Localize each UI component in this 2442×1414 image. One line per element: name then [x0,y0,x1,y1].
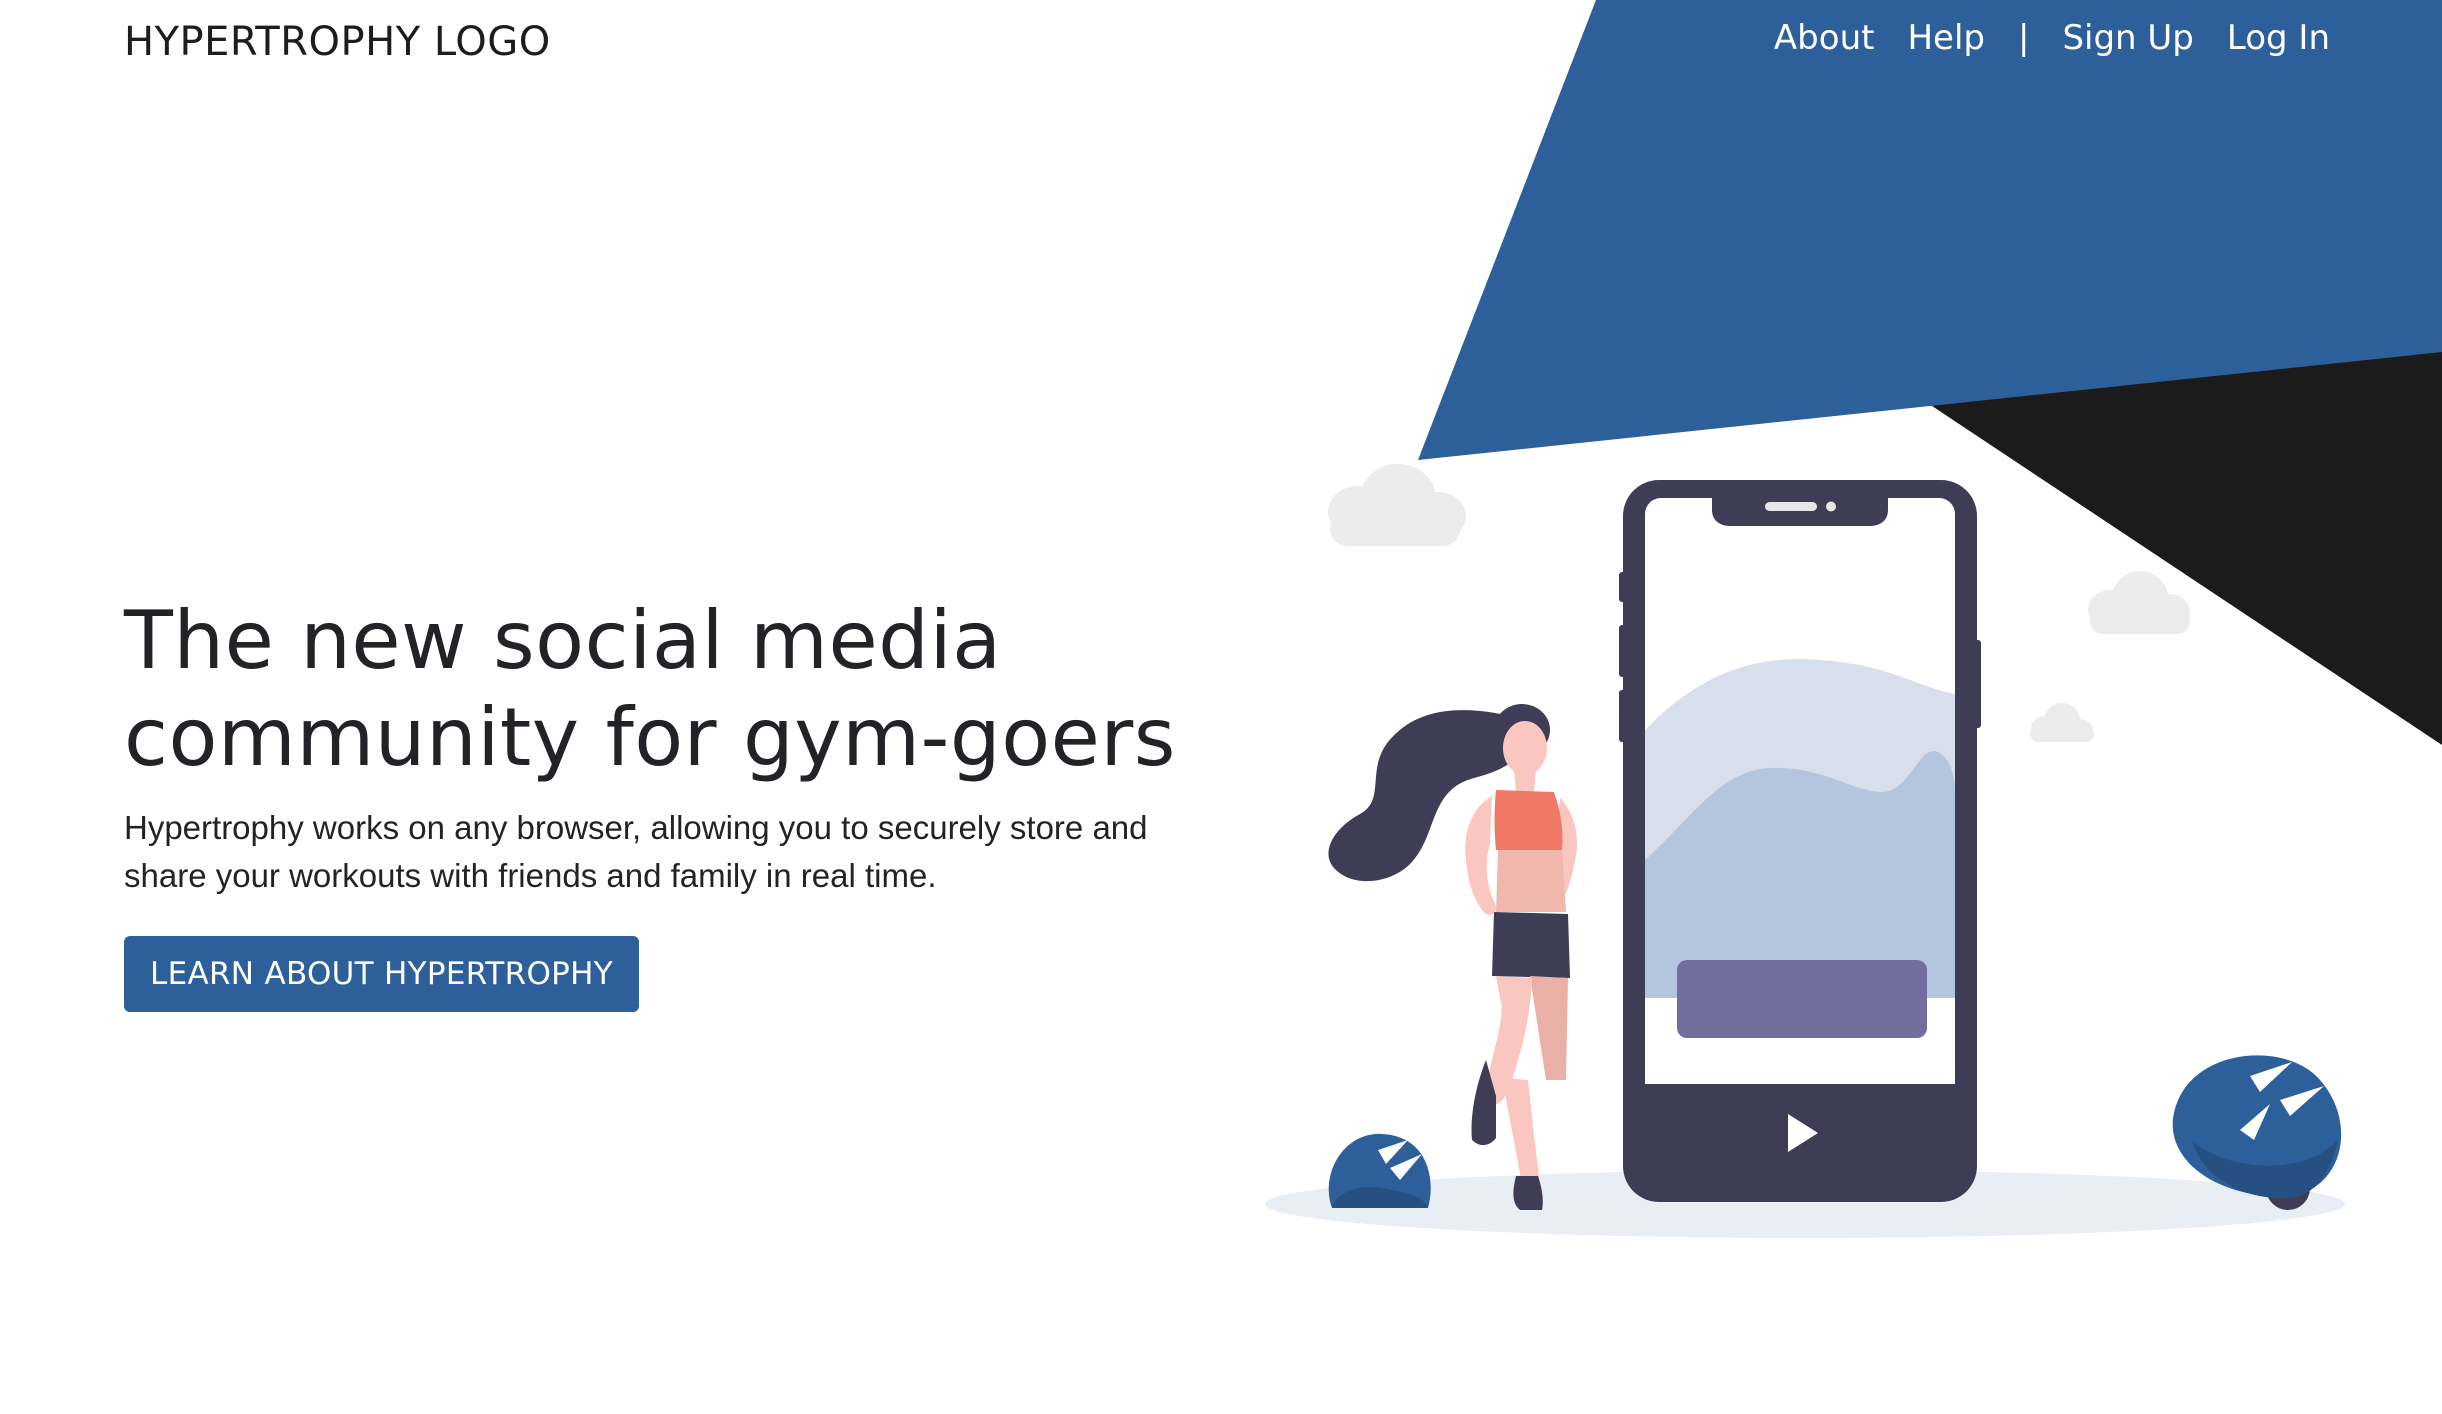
nav-divider: | [2017,18,2030,58]
top-nav: About Help | Sign Up Log In [1741,18,2330,58]
nav-link-help[interactable]: Help [1907,18,1985,58]
nav-link-about[interactable]: About [1774,18,1875,58]
hero-section: The new social media community for gym-g… [124,592,1274,1012]
hero-title-line-2: community for gym-goers [124,691,1176,784]
hero-title: The new social media community for gym-g… [124,592,1274,786]
hero-illustration [1265,464,2345,1238]
nav-link-log-in[interactable]: Log In [2227,18,2330,58]
cloud-icon [2088,571,2190,634]
hero-title-line-1: The new social media [124,594,1002,687]
cloud-icon [2030,703,2094,742]
hero-description: Hypertrophy works on any browser, allowi… [124,809,1148,894]
runner-woman-illustration [1328,704,1578,1210]
nav-link-sign-up[interactable]: Sign Up [2062,18,2193,58]
phone-illustration [1619,480,1981,1202]
learn-about-button[interactable]: LEARN ABOUT HYPERTROPHY [124,936,639,1012]
bush-icon [1328,1133,1431,1208]
landing-page: HYPERTROPHY LOGO About Help | Sign Up Lo… [0,0,2442,1414]
cloud-icon [1328,464,1466,546]
site-logo[interactable]: HYPERTROPHY LOGO [124,19,551,65]
